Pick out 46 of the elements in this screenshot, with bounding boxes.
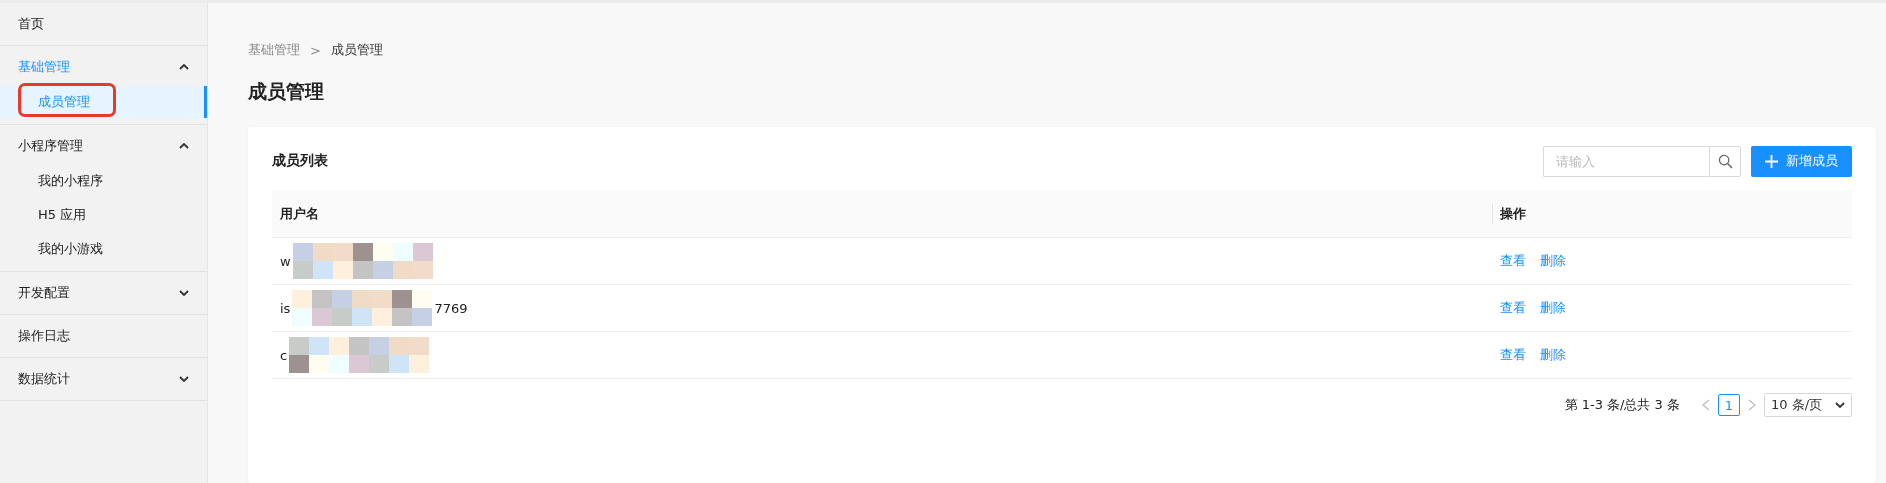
- next-page-icon[interactable]: [1748, 399, 1756, 411]
- page-button[interactable]: 1: [1718, 394, 1740, 416]
- breadcrumb-item[interactable]: 基础管理: [248, 41, 300, 59]
- search-icon: [1717, 153, 1733, 169]
- page-title: 成员管理: [248, 79, 325, 104]
- sidebar-group[interactable]: 开发配置: [0, 276, 207, 310]
- sidebar-group-label: 开发配置: [18, 284, 70, 302]
- column-header: 用户名: [272, 191, 1492, 238]
- chevron-down-icon: [179, 290, 189, 296]
- sidebar-item[interactable]: 操作日志: [0, 319, 207, 353]
- action-link[interactable]: 查看: [1500, 299, 1526, 317]
- breadcrumb-item: 成员管理: [330, 41, 383, 59]
- chevron-down-icon: [179, 376, 189, 382]
- chevron-up-icon: [179, 143, 189, 149]
- chevron-down-icon: [1835, 402, 1845, 408]
- action-link[interactable]: 删除: [1540, 252, 1566, 270]
- action-link[interactable]: 查看: [1500, 252, 1526, 270]
- action-link[interactable]: 查看: [1500, 346, 1526, 364]
- sidebar-item[interactable]: H5 应用: [0, 199, 207, 231]
- add-member-button[interactable]: 新增成员: [1751, 145, 1852, 177]
- sidebar-group[interactable]: 数据统计: [0, 362, 207, 396]
- page-size-select[interactable]: 10 条/页: [1764, 393, 1852, 417]
- table-cell: w: [280, 253, 291, 269]
- breadcrumb-separator: >: [310, 42, 321, 58]
- sidebar-group-label: 基础管理: [18, 58, 70, 76]
- previous-page-icon[interactable]: [1702, 399, 1710, 411]
- sidebar-item[interactable]: 成员管理: [0, 86, 207, 118]
- action-link[interactable]: 删除: [1540, 299, 1566, 317]
- sidebar-group-label: 数据统计: [18, 370, 70, 388]
- sidebar-item[interactable]: 我的小程序: [0, 165, 207, 197]
- table-cell: 7769: [434, 300, 468, 316]
- card-title: 成员列表: [272, 152, 328, 170]
- pagination-summary: 第 1-3 条/总共 3 条: [1564, 396, 1680, 414]
- search-button[interactable]: [1709, 145, 1741, 177]
- plus-icon: [1765, 154, 1778, 168]
- sidebar-item[interactable]: 我的小游戏: [0, 233, 207, 265]
- action-link[interactable]: 删除: [1540, 346, 1566, 364]
- sidebar-group-label: 小程序管理: [18, 137, 83, 155]
- column-header: 操作: [1492, 191, 1852, 238]
- search-field[interactable]: 请输入: [1543, 145, 1709, 177]
- chevron-up-icon: [179, 64, 189, 70]
- sidebar-group[interactable]: 小程序管理: [0, 129, 207, 163]
- table-cell: is: [280, 300, 291, 316]
- table-cell: c: [280, 347, 288, 363]
- sidebar-item[interactable]: 首页: [0, 7, 207, 41]
- sidebar-group[interactable]: 基础管理: [0, 50, 207, 84]
